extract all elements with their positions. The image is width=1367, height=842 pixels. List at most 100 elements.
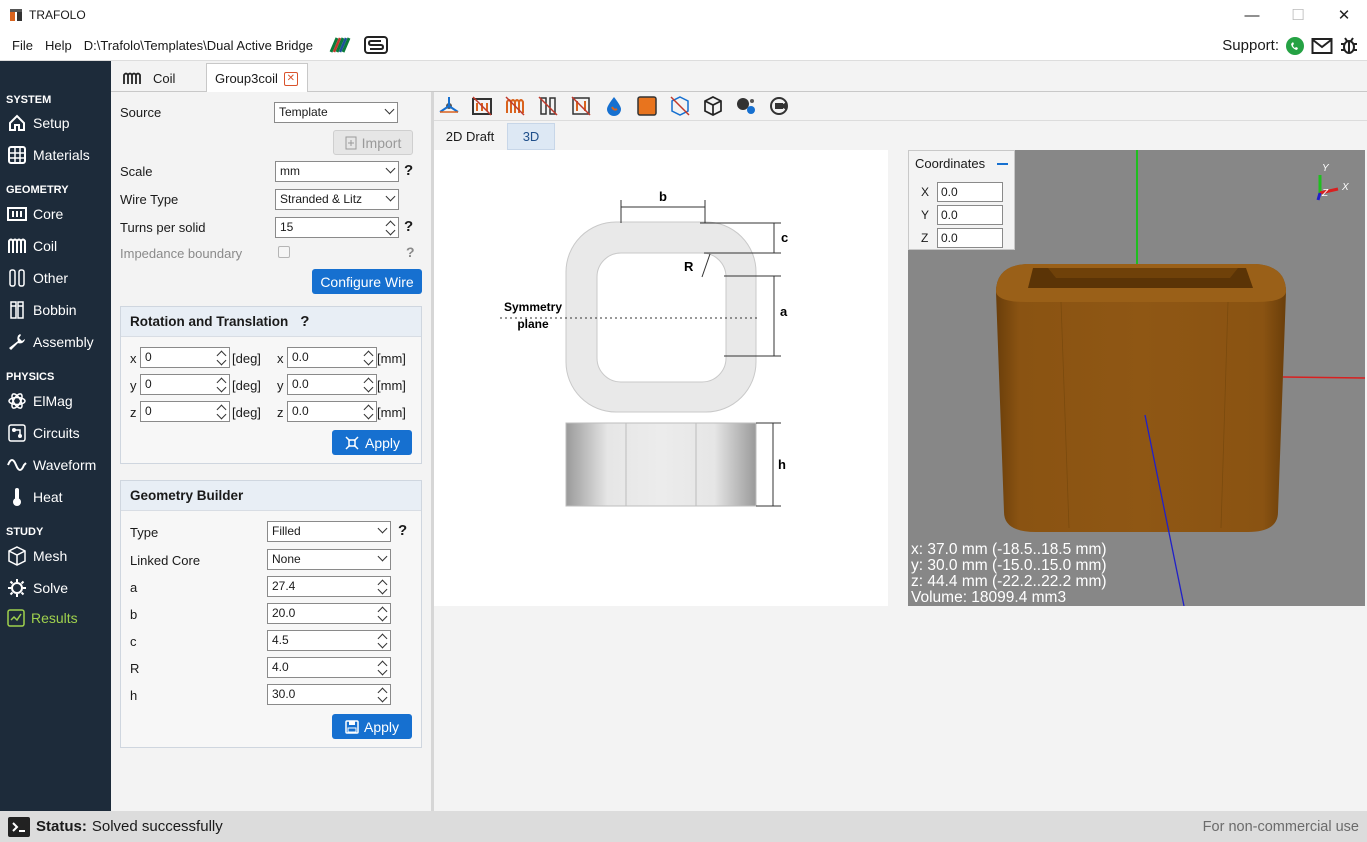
sidebar-item-elmag[interactable]: ElMag	[0, 385, 73, 417]
view-tabs: 2D Draft 3D	[434, 121, 1367, 150]
scale-select[interactable]: mm	[275, 161, 399, 182]
sidebar-item-other[interactable]: Other	[0, 262, 68, 294]
circuit-icon	[8, 424, 26, 442]
type-select[interactable]: Filled	[267, 521, 391, 542]
tab-3d[interactable]: 3D	[507, 123, 555, 150]
rotation-help-icon[interactable]: ?	[300, 313, 309, 330]
cube-view-icon[interactable]	[702, 95, 724, 117]
translation-y-stepper[interactable]: 0.0	[287, 374, 377, 395]
sidebar-item-setup[interactable]: Setup	[0, 107, 70, 139]
whatsapp-icon[interactable]	[1285, 36, 1305, 56]
source-select[interactable]: Template	[274, 102, 398, 123]
impedance-help-icon[interactable]: ?	[406, 244, 415, 260]
r-label: R	[130, 661, 140, 676]
r-stepper[interactable]: 4.0	[267, 657, 391, 678]
wireframe-toggle-icon[interactable]	[669, 95, 691, 117]
status-message: Solved successfully	[91, 818, 223, 835]
show-coil-icon[interactable]	[504, 95, 526, 117]
sidebar-item-materials[interactable]: Materials	[0, 139, 90, 171]
turns-stepper[interactable]: 15	[275, 217, 399, 238]
rotation-apply-button[interactable]: Apply	[332, 430, 412, 455]
show-core-icon[interactable]	[471, 95, 493, 117]
rotation-y-stepper[interactable]: 0	[140, 374, 230, 395]
a-label: a	[130, 580, 138, 595]
lighting-icon[interactable]	[735, 95, 757, 117]
axes-origin-icon[interactable]	[438, 95, 460, 117]
b-stepper[interactable]: 20.0	[267, 603, 391, 624]
material-drop-icon[interactable]	[603, 95, 625, 117]
coord-x-label: X	[921, 185, 930, 199]
sidebar-item-bobbin[interactable]: Bobbin	[0, 294, 77, 326]
sidebar-item-solve[interactable]: Solve	[0, 572, 68, 604]
coord-y-label: Y	[921, 208, 930, 222]
c-stepper[interactable]: 4.5	[267, 630, 391, 651]
close-window-button[interactable]: ✕	[1321, 0, 1367, 30]
type-help-icon[interactable]: ?	[398, 522, 407, 539]
trans-y-label: y	[277, 378, 284, 393]
import-button[interactable]: Import	[333, 130, 413, 155]
coord-z-field[interactable]: 0.0	[937, 228, 1003, 248]
bug-report-icon[interactable]	[1339, 36, 1359, 56]
builder-apply-button[interactable]: Apply	[332, 714, 412, 739]
matlab-logo-icon[interactable]	[327, 36, 353, 54]
mail-icon[interactable]	[1311, 37, 1333, 55]
sidebar-item-label: Circuits	[33, 425, 80, 441]
sidebar-item-core[interactable]: Core	[0, 198, 63, 230]
grid-table-icon	[8, 146, 26, 164]
sidebar-item-results[interactable]: Results	[0, 602, 78, 634]
show-other-icon[interactable]	[537, 95, 559, 117]
dimension-info: x: 37.0 mm (-18.5..18.5 mm) y: 30.0 mm (…	[911, 542, 1107, 606]
tab-group3coil[interactable]: Group3coil ✕	[206, 63, 308, 93]
impedance-checkbox[interactable]	[278, 246, 290, 258]
translation-z-stepper[interactable]: 0.0	[287, 401, 377, 422]
sidebar-item-label: Mesh	[33, 548, 68, 564]
terminal-icon[interactable]	[8, 816, 30, 837]
info-y: y: 30.0 mm (-15.0..15.0 mm)	[911, 557, 1107, 574]
collapse-icon[interactable]	[997, 163, 1008, 165]
info-volume: Volume: 18099.4 mm3	[911, 589, 1067, 606]
mm-unit: [mm]	[377, 351, 406, 366]
status-label: Status:	[36, 818, 87, 835]
deg-unit: [deg]	[232, 405, 261, 420]
sidebar-item-label: Heat	[33, 489, 63, 505]
close-tab-icon[interactable]: ✕	[283, 71, 298, 86]
builder-title: Geometry Builder	[121, 481, 421, 511]
sidebar-item-waveform[interactable]: Waveform	[0, 449, 96, 481]
solid-view-icon[interactable]	[636, 95, 658, 117]
coord-x-field[interactable]: 0.0	[937, 182, 1003, 202]
scale-help-icon[interactable]: ?	[404, 162, 413, 179]
trans-z-label: z	[277, 405, 284, 420]
h-stepper[interactable]: 30.0	[267, 684, 391, 705]
maximize-button[interactable]: ☐	[1275, 0, 1321, 30]
configure-wire-button[interactable]: Configure Wire	[312, 269, 422, 294]
minimize-button[interactable]: —	[1229, 0, 1275, 30]
rotation-z-stepper[interactable]: 0	[140, 401, 230, 422]
coord-y-field[interactable]: 0.0	[937, 205, 1003, 225]
sidebar-item-mesh[interactable]: Mesh	[0, 540, 67, 572]
sidebar-item-assembly[interactable]: Assembly	[0, 326, 94, 358]
sidebar-item-label: ElMag	[33, 393, 73, 409]
transform-icon	[345, 435, 359, 450]
rotation-x-stepper[interactable]: 0	[140, 347, 230, 368]
simulink-logo-icon[interactable]	[363, 35, 389, 55]
draft-drawing: b c R a Symmetry plane h	[434, 150, 888, 606]
translation-x-stepper[interactable]: 0.0	[287, 347, 377, 368]
3d-viewport[interactable]: Y X Z Coordinates X 0.0 Y 0.0 Z 0.0 x: 3…	[908, 150, 1365, 606]
sidebar-item-coil[interactable]: Coil	[0, 230, 57, 262]
linked-core-select[interactable]: None	[267, 549, 391, 570]
a-stepper[interactable]: 27.4	[267, 576, 391, 597]
menu-file[interactable]: File	[6, 38, 39, 53]
info-z: z: 44.4 mm (-22.2..22.2 mm)	[911, 573, 1107, 590]
menu-help[interactable]: Help	[39, 38, 78, 53]
sidebar-item-circuits[interactable]: Circuits	[0, 417, 80, 449]
sidebar-item-label: Other	[33, 270, 69, 286]
show-bobbin-icon[interactable]	[570, 95, 592, 117]
tab-coil[interactable]: Coil	[115, 63, 205, 93]
tab-2d-draft[interactable]: 2D Draft	[434, 123, 506, 150]
core-icon	[7, 207, 27, 221]
wiretype-select[interactable]: Stranded & Litz	[275, 189, 399, 210]
sidebar-item-heat[interactable]: Heat	[0, 481, 63, 513]
camera-reset-icon[interactable]	[768, 95, 790, 117]
turns-help-icon[interactable]: ?	[404, 218, 413, 235]
b-label: b	[130, 607, 138, 622]
